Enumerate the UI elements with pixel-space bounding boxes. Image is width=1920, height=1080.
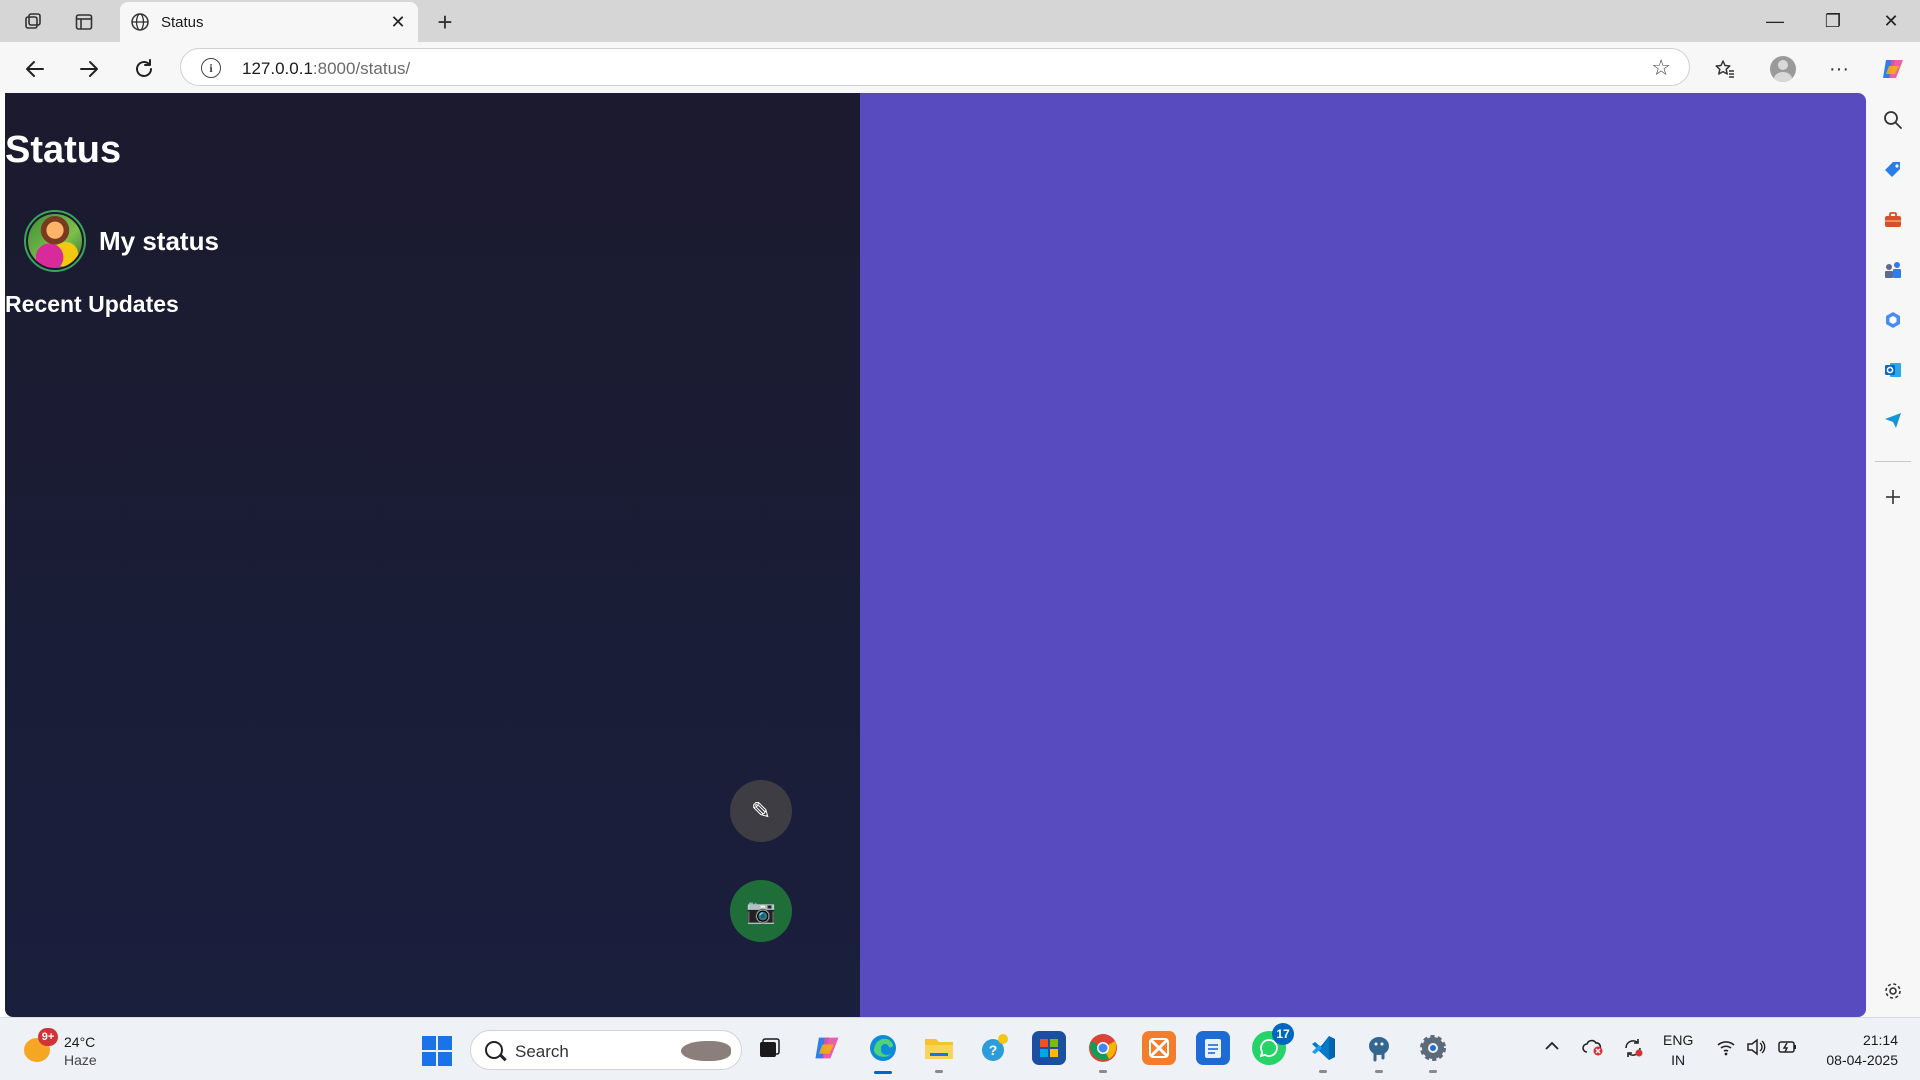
tab-status[interactable]: Status ✕	[120, 2, 418, 42]
add-icon[interactable]	[1880, 484, 1906, 510]
favorite-star-icon[interactable]: ☆	[1651, 55, 1671, 81]
restore-button[interactable]: ❐	[1810, 6, 1856, 36]
chrome-icon[interactable]	[1086, 1031, 1120, 1073]
whatsapp-icon[interactable]: 17	[1252, 1023, 1294, 1065]
input-language[interactable]: ENG IN	[1663, 1030, 1693, 1070]
tools-briefcase-icon[interactable]	[1880, 207, 1906, 233]
microsoft-store-icon[interactable]	[1032, 1031, 1066, 1065]
close-window-button[interactable]: ✕	[1868, 6, 1914, 36]
language-code: ENG	[1663, 1032, 1694, 1048]
weather-condition: Haze	[64, 1052, 97, 1068]
page-title: Status	[5, 129, 122, 171]
forward-button[interactable]	[72, 52, 106, 86]
file-explorer-icon[interactable]	[922, 1031, 956, 1073]
pencil-icon: ✎	[750, 797, 772, 825]
weather-temperature: 24°C	[64, 1034, 96, 1050]
send-icon[interactable]	[1880, 407, 1906, 433]
sidebar-divider	[1875, 461, 1911, 462]
taskbar-search-placeholder: Search	[515, 1042, 569, 1061]
shopping-tag-icon[interactable]	[1880, 157, 1906, 183]
search-icon	[485, 1041, 503, 1059]
wifi-icon[interactable]	[1716, 1038, 1736, 1061]
edge-sidebar	[1866, 93, 1920, 1017]
copilot-icon[interactable]	[1876, 52, 1910, 86]
tab-title: Status	[161, 13, 204, 31]
minimize-button[interactable]: —	[1752, 6, 1798, 36]
taskbar-search[interactable]: Search	[470, 1030, 742, 1070]
recent-updates-heading: Recent Updates	[5, 291, 179, 317]
status-page: Status My status Recent Updates ✎ 📷	[5, 93, 1866, 1017]
weather-widget[interactable]: 9+ 24°C Haze	[20, 1028, 110, 1072]
help-app-icon[interactable]: ?	[978, 1031, 1012, 1065]
status-preview-pane	[860, 93, 1866, 1017]
microsoft-365-icon[interactable]	[1880, 307, 1906, 333]
favorites-icon[interactable]	[1708, 52, 1742, 86]
search-highlight-image	[681, 1041, 731, 1061]
outlook-icon[interactable]	[1880, 357, 1906, 383]
battery-icon[interactable]	[1776, 1038, 1798, 1061]
settings-app-icon[interactable]	[1416, 1031, 1450, 1073]
my-status-label: My status	[99, 225, 219, 256]
whatsapp-unread-badge: 17	[1272, 1023, 1294, 1045]
refresh-button[interactable]	[127, 52, 161, 86]
clock-time: 21:14	[1862, 1032, 1898, 1048]
edit-status-button[interactable]: ✎	[730, 780, 792, 842]
copilot-app-icon[interactable]	[810, 1031, 844, 1065]
status-list-pane: Status My status Recent Updates ✎ 📷	[5, 93, 860, 1017]
tab-actions-icon[interactable]	[71, 9, 97, 35]
language-region: IN	[1671, 1052, 1686, 1068]
postgresql-icon[interactable]	[1362, 1031, 1396, 1073]
xampp-icon[interactable]	[1142, 1031, 1176, 1065]
active-indicator	[874, 1071, 892, 1074]
more-options-icon[interactable]: ···	[1822, 52, 1856, 86]
browser-toolbar: i 127.0.0.1:8000/status/ ☆ ···	[0, 42, 1920, 93]
camera-status-button[interactable]: 📷	[730, 880, 792, 942]
globe-icon	[130, 12, 150, 32]
vscode-icon[interactable]	[1306, 1031, 1340, 1073]
chevron-up-icon[interactable]	[1544, 1038, 1560, 1058]
profile-avatar[interactable]	[1766, 52, 1800, 86]
onedrive-error-icon[interactable]	[1582, 1038, 1604, 1061]
browser-titlebar: Status ✕ + — ❐ ✕	[0, 0, 1920, 42]
search-icon[interactable]	[1880, 107, 1906, 133]
weather-badge: 9+	[38, 1028, 58, 1046]
tab-close-icon[interactable]: ✕	[384, 8, 412, 36]
address-bar[interactable]: i 127.0.0.1:8000/status/ ☆	[180, 48, 1690, 86]
games-icon[interactable]	[1880, 257, 1906, 283]
windows-taskbar: 9+ 24°C Haze Search ? 17 ENG IN 21:14 08…	[0, 1017, 1920, 1080]
page-viewport: Status My status Recent Updates ✎ 📷	[5, 93, 1866, 1017]
workspaces-icon[interactable]	[20, 9, 46, 35]
svg-text:?: ?	[989, 1042, 998, 1058]
my-status-item[interactable]: My status	[24, 210, 219, 272]
system-clock[interactable]: 21:14 08-04-2025	[1818, 1030, 1898, 1070]
address-path: :8000/status/	[312, 59, 411, 78]
back-button[interactable]	[18, 52, 52, 86]
my-status-avatar[interactable]	[24, 210, 86, 272]
camera-icon: 📷	[746, 897, 776, 925]
site-info-icon[interactable]: i	[201, 58, 221, 78]
start-button[interactable]	[422, 1036, 452, 1066]
volume-icon[interactable]	[1746, 1038, 1766, 1061]
sync-icon[interactable]	[1622, 1038, 1644, 1063]
edge-browser-icon[interactable]	[866, 1031, 900, 1074]
clock-date: 08-04-2025	[1826, 1052, 1898, 1068]
task-view-icon[interactable]	[752, 1031, 786, 1065]
notepad-icon[interactable]	[1196, 1031, 1230, 1065]
address-text[interactable]: 127.0.0.1:8000/status/	[242, 59, 410, 79]
sidebar-settings-icon[interactable]	[1880, 978, 1906, 1004]
address-host: 127.0.0.1	[242, 59, 313, 78]
new-tab-button[interactable]: +	[430, 7, 460, 37]
